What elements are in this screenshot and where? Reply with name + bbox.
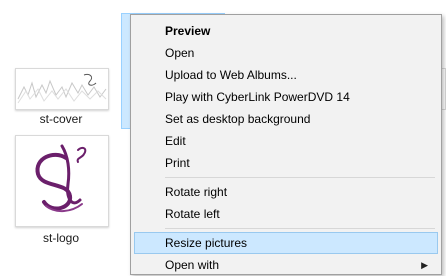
logo-image [35, 144, 87, 212]
menu-item-open[interactable]: Open [134, 42, 438, 64]
menu-separator [165, 177, 435, 178]
file-name-label: st-logo [42, 231, 80, 245]
st-cover-thumbnail [15, 68, 109, 110]
menu-item-print[interactable]: Print [134, 152, 438, 174]
menu-item-open-with[interactable]: Open with ▶ [134, 254, 438, 276]
chevron-right-icon: ▶ [421, 260, 428, 270]
file-name-label: st-cover [39, 112, 83, 126]
menu-item-rotate-right[interactable]: Rotate right [134, 181, 438, 203]
menu-item-play-powerdvd[interactable]: Play with CyberLink PowerDVD 14 [134, 86, 438, 108]
menu-item-set-desktop-background[interactable]: Set as desktop background [134, 108, 438, 130]
menu-item-rotate-left[interactable]: Rotate left [134, 203, 438, 225]
menu-item-open-with-label: Open with [165, 258, 220, 272]
context-menu: Preview Open Upload to Web Albums... Pla… [130, 14, 442, 275]
menu-item-resize-pictures[interactable]: Resize pictures [134, 232, 438, 254]
menu-separator [165, 228, 435, 229]
menu-item-preview[interactable]: Preview [134, 20, 438, 42]
st-logo-thumbnail [15, 135, 109, 227]
menu-item-edit[interactable]: Edit [134, 130, 438, 152]
cover-image [17, 74, 107, 104]
menu-item-upload-web-albums[interactable]: Upload to Web Albums... [134, 64, 438, 86]
